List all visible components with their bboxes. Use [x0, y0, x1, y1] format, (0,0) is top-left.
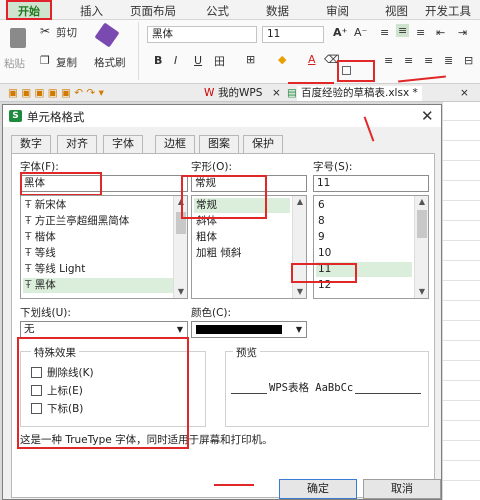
size-list-item[interactable]: 10	[316, 246, 412, 261]
paste-icon[interactable]	[10, 28, 26, 48]
cut-button[interactable]: 剪切	[56, 25, 77, 40]
size-list-scrollbar[interactable]: ▲ ▼	[414, 196, 428, 298]
annotation-box-size	[291, 263, 357, 283]
size-list-item[interactable]: 9	[316, 230, 412, 245]
tab-home[interactable]: 开始	[6, 0, 52, 20]
underline-value: 无	[24, 323, 35, 335]
underline-label: 下划线(U):	[20, 307, 71, 319]
menu-bar: 开始 插入 页面布局 公式 数据 审阅 视图 开发工具	[0, 0, 480, 20]
size-label: 字号(S):	[313, 161, 353, 173]
indent-decrease-icon[interactable]: ⇤	[436, 26, 445, 39]
cancel-button[interactable]: 取消	[363, 479, 441, 499]
font-list-item[interactable]: Ŧ 方正兰亭超细黑简体	[23, 214, 173, 229]
ribbon: 粘贴 ✂ 剪切 ❐ 复制 格式刷 黑体 11 A⁺ A⁻ B I U 田 ⊞ ◆…	[0, 20, 480, 84]
tab-formulas[interactable]: 公式	[206, 3, 229, 19]
font-name-box[interactable]: 黑体	[147, 26, 257, 43]
tab-alignment[interactable]: 对齐	[57, 135, 97, 153]
chevron-down-icon: ▼	[295, 325, 302, 334]
format-painter-icon[interactable]	[94, 22, 120, 48]
scroll-thumb[interactable]	[417, 210, 427, 238]
font-list-item[interactable]: Ŧ 新宋体	[23, 198, 173, 213]
ok-button[interactable]: 确定	[279, 479, 357, 499]
scroll-up-icon[interactable]: ▲	[293, 196, 307, 208]
shrink-font-button[interactable]: A⁻	[354, 26, 367, 39]
align-left-icon[interactable]: ≡	[384, 54, 393, 67]
tab-border[interactable]: 边框	[155, 135, 195, 153]
fill-color-icon[interactable]: ◆	[278, 53, 286, 66]
quick-access-icons[interactable]: ▣ ▣ ▣ ▣ ▣ ↶ ↷ ▾	[4, 86, 108, 101]
border-icon[interactable]: 田	[214, 53, 225, 69]
style-list-item[interactable]: 粗体	[194, 230, 290, 245]
copy-icon[interactable]: ❐	[40, 54, 50, 67]
chevron-down-icon: ▼	[176, 325, 183, 334]
tab-developer[interactable]: 开发工具	[425, 3, 471, 19]
paste-label[interactable]: 粘贴	[4, 56, 25, 71]
tab-view[interactable]: 视图	[385, 3, 408, 19]
annotation-box-font	[20, 172, 102, 196]
underline-select[interactable]: 无 ▼	[20, 321, 188, 338]
tab-data[interactable]: 数据	[266, 3, 289, 19]
font-list-item[interactable]: Ŧ 等线	[23, 246, 173, 261]
dialog-title: 单元格格式	[27, 110, 85, 124]
indent-increase-icon[interactable]: ⇥	[458, 26, 467, 39]
tab-font[interactable]: 字体	[103, 135, 143, 153]
italic-button[interactable]: I	[174, 54, 177, 67]
underline-button[interactable]: U	[194, 54, 202, 67]
scroll-down-icon[interactable]: ▼	[174, 286, 188, 298]
tab-number[interactable]: 数字	[11, 135, 51, 153]
dialog-title-bar: S 单元格格式 ✕	[3, 105, 441, 127]
align-right-icon[interactable]: ≡	[424, 54, 433, 67]
color-label: 颜色(C):	[191, 307, 232, 319]
tab-page-layout[interactable]: 页面布局	[130, 3, 176, 19]
scroll-down-icon[interactable]: ▼	[293, 286, 307, 298]
align-bottom-icon[interactable]: ≡	[416, 26, 425, 39]
tab-insert[interactable]: 插入	[80, 3, 103, 19]
font-list[interactable]: Ŧ 新宋体 Ŧ 方正兰亭超细黑简体 Ŧ 楷体 Ŧ 等线 Ŧ 等线 Light Ŧ…	[20, 195, 188, 299]
font-list-item-selected[interactable]: Ŧ 黑体	[23, 278, 173, 293]
close-icon[interactable]: ✕	[421, 107, 434, 125]
size-list-item[interactable]: 8	[316, 214, 412, 229]
tab-review[interactable]: 审阅	[326, 3, 349, 19]
tab-protection[interactable]: 保护	[243, 135, 283, 153]
font-list-item[interactable]: Ŧ 等线 Light	[23, 262, 173, 277]
copy-button[interactable]: 复制	[56, 55, 77, 70]
font-size-field[interactable]: 11	[313, 175, 429, 192]
ribbon-divider	[138, 22, 139, 80]
style-label: 字形(O):	[191, 161, 232, 173]
annotation-arrow	[214, 484, 254, 486]
tab-my-wps[interactable]: 我的WPS	[214, 86, 266, 101]
worksheet-area[interactable]	[443, 102, 480, 500]
close-icon[interactable]: ×	[456, 86, 473, 101]
format-cells-dialog: S 单元格格式 ✕ 数字 对齐 字体 边框 图案 保护 字体(F): 黑体 Ŧ …	[2, 104, 442, 500]
annotation-box-launcher	[337, 60, 375, 82]
size-list-item[interactable]: 6	[316, 198, 412, 213]
cell-style-icon[interactable]: ⊞	[246, 53, 255, 66]
annotation-box-effects	[17, 337, 189, 449]
grow-font-button[interactable]: A⁺	[333, 26, 347, 39]
align-middle-icon[interactable]: ≡	[396, 24, 410, 37]
preview-text: WPS表格 AaBbCc	[267, 380, 356, 395]
scroll-down-icon[interactable]: ▼	[415, 286, 429, 298]
format-painter-button[interactable]: 格式刷	[94, 55, 126, 70]
color-swatch	[196, 325, 282, 334]
preview-label: 预览	[233, 345, 260, 360]
distribute-icon[interactable]: ⊟	[464, 54, 473, 67]
align-center-icon[interactable]: ≡	[404, 54, 413, 67]
font-size-list[interactable]: 6 8 9 10 11 12 ▲ ▼	[313, 195, 429, 299]
style-list-item[interactable]: 加粗 倾斜	[194, 246, 290, 261]
font-list-item[interactable]: Ŧ 楷体	[23, 230, 173, 245]
wps-sheet-icon: S	[9, 110, 22, 122]
font-size-box[interactable]: 11	[262, 26, 324, 43]
scroll-up-icon[interactable]: ▲	[415, 196, 429, 208]
document-tab-bar: ▣ ▣ ▣ ▣ ▣ ↶ ↷ ▾ W 我的WPS × ▤ 百度经验的草稿表.xls…	[0, 84, 480, 102]
color-select[interactable]: ▼	[191, 321, 307, 338]
align-top-icon[interactable]: ≡	[380, 26, 389, 39]
justify-icon[interactable]: ≣	[444, 54, 453, 67]
bold-button[interactable]: B	[154, 54, 162, 67]
scissors-icon[interactable]: ✂	[40, 24, 50, 38]
font-color-icon[interactable]: A	[308, 53, 316, 66]
tab-pattern[interactable]: 图案	[199, 135, 239, 153]
annotation-box-style	[181, 175, 267, 219]
tab-file[interactable]: 百度经验的草稿表.xlsx *	[297, 86, 422, 101]
